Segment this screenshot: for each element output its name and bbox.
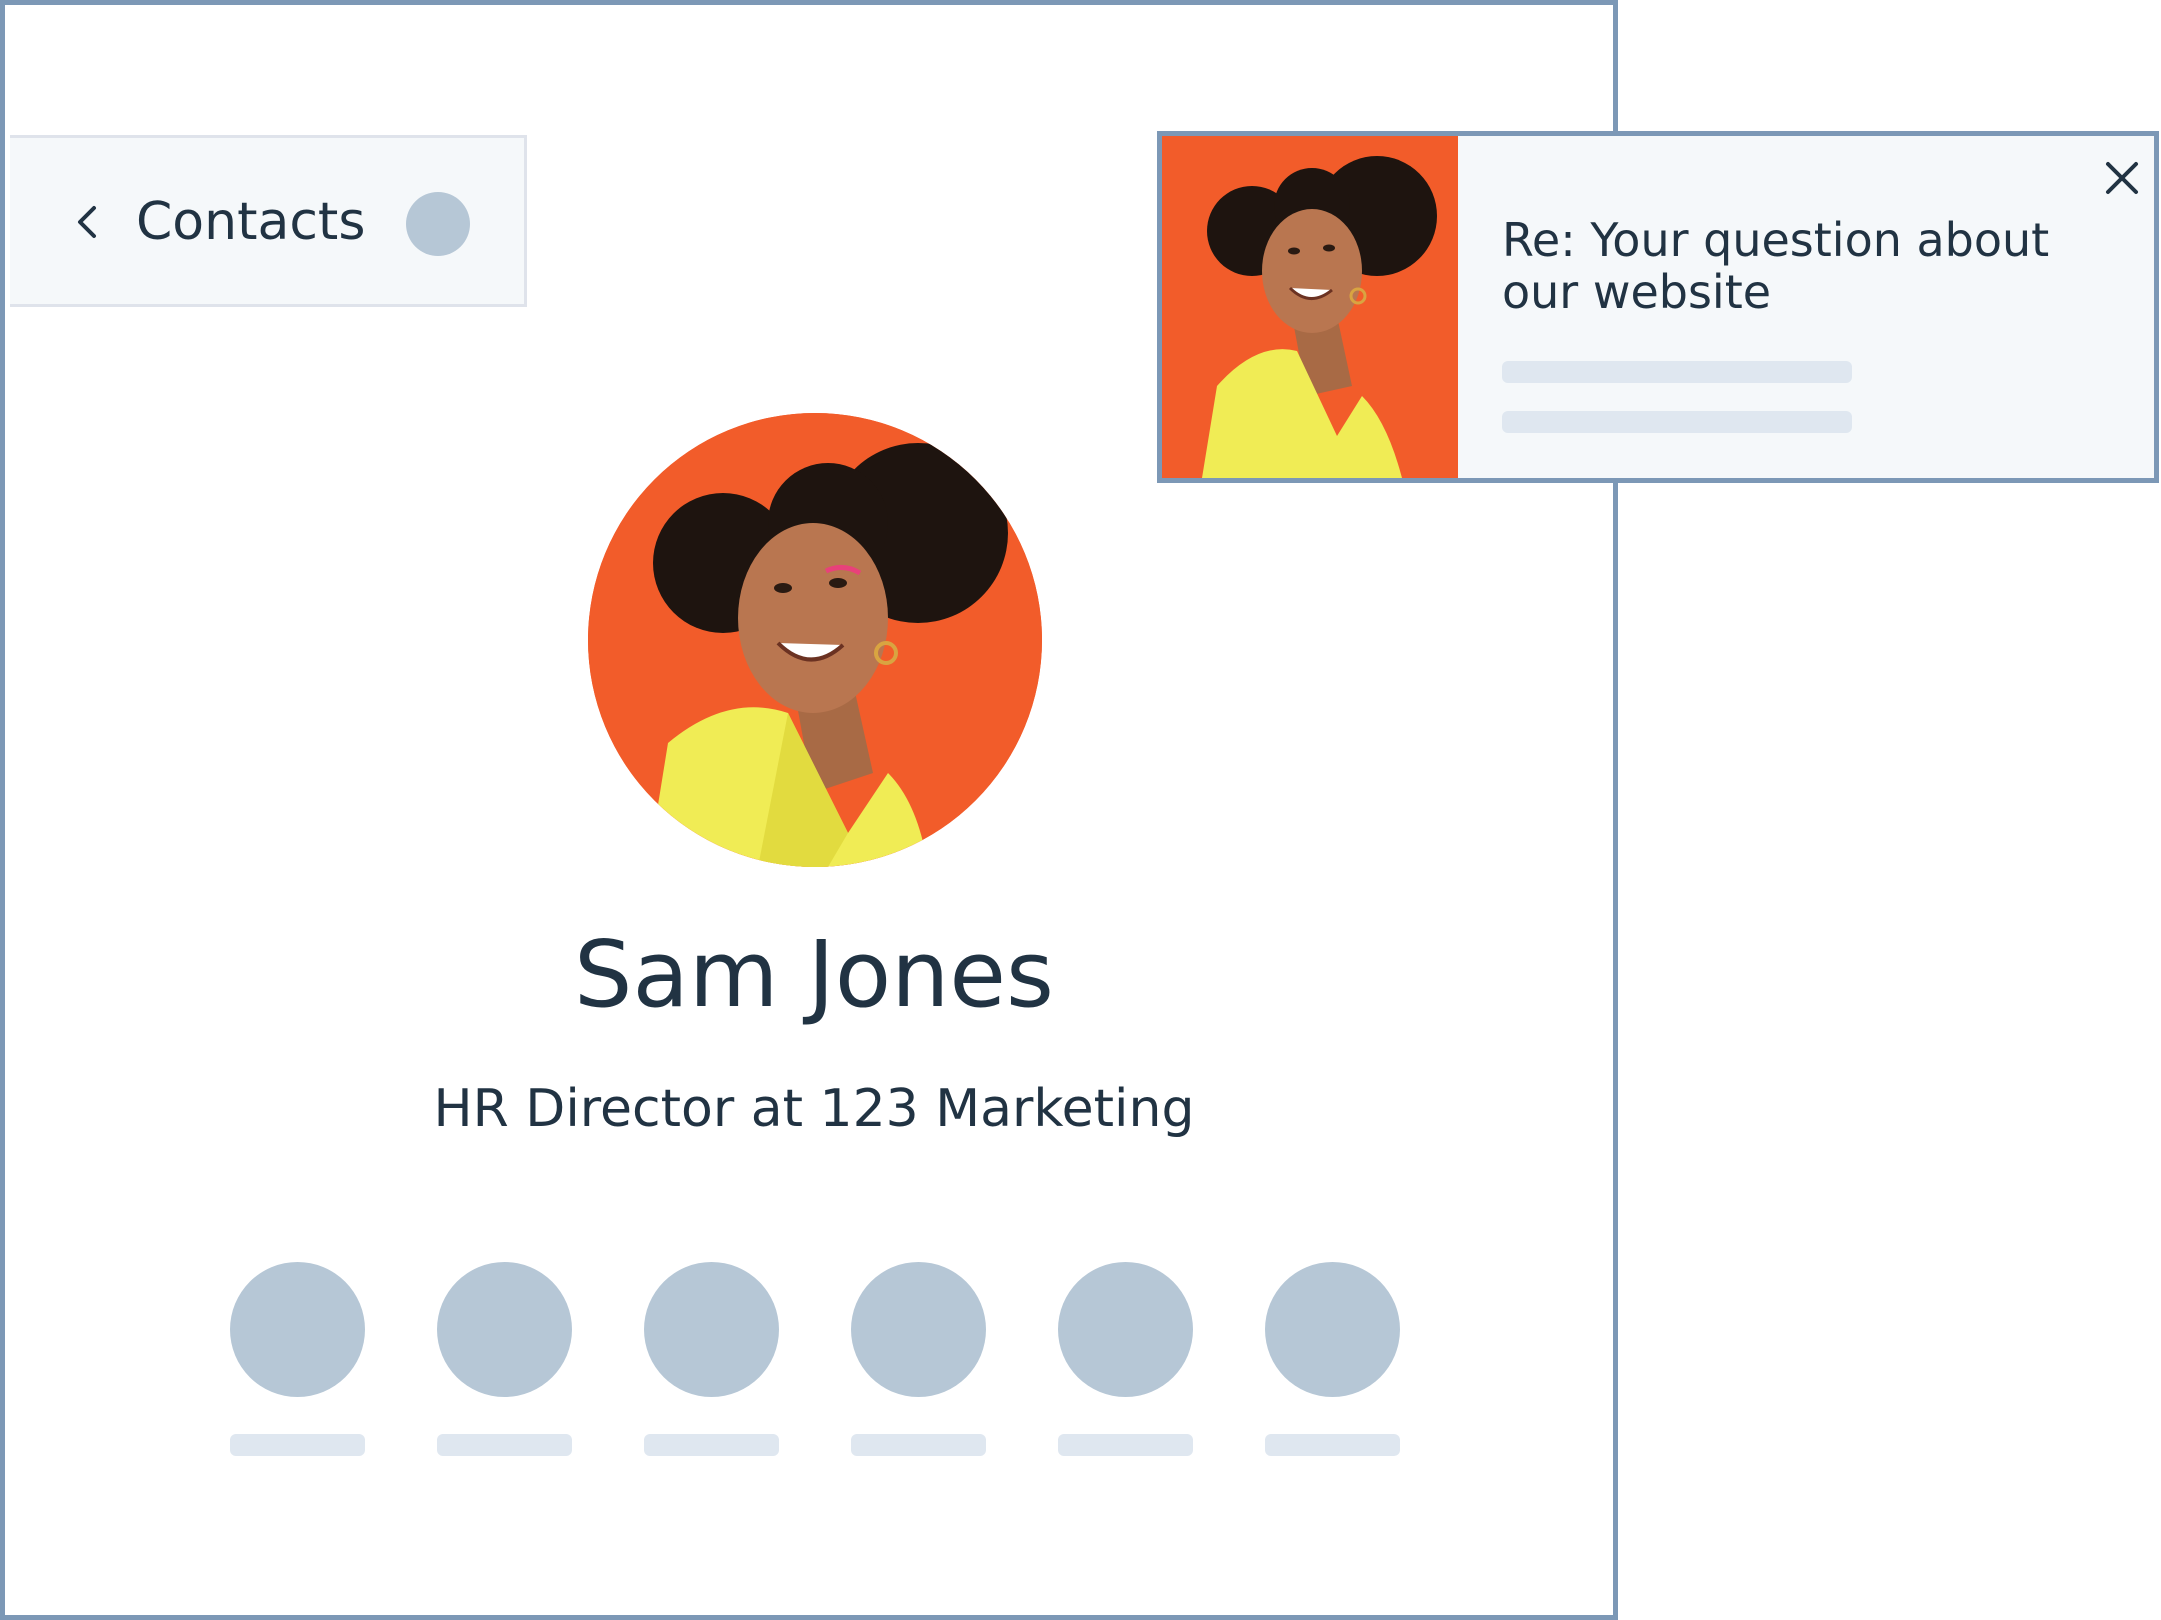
action-label-placeholder — [230, 1434, 365, 1456]
action-button-6[interactable] — [1265, 1262, 1400, 1456]
notification-preview-line — [1502, 361, 1852, 383]
contact-photo-illustration — [588, 413, 1042, 867]
action-label-placeholder — [437, 1434, 572, 1456]
notification-subject[interactable]: Re: Your question about our website — [1502, 214, 2102, 318]
notification-sender-photo — [1162, 136, 1458, 478]
action-icon-placeholder[interactable] — [230, 1262, 365, 1397]
contact-avatar — [588, 413, 1042, 867]
notification-preview-line — [1502, 411, 1852, 433]
action-icon-placeholder[interactable] — [644, 1262, 779, 1397]
action-icon-placeholder[interactable] — [437, 1262, 572, 1397]
contact-job-title: HR Director at 123 Marketing — [433, 1079, 1195, 1139]
action-icon-placeholder[interactable] — [1058, 1262, 1193, 1397]
action-label-placeholder — [1265, 1434, 1400, 1456]
action-button-3[interactable] — [644, 1262, 779, 1456]
action-icon-placeholder[interactable] — [1265, 1262, 1400, 1397]
chevron-left-icon[interactable] — [70, 205, 104, 239]
contact-name: Sam Jones — [574, 921, 1054, 1028]
breadcrumb-label[interactable]: Contacts — [136, 190, 365, 254]
breadcrumb-status-dot — [406, 192, 470, 256]
close-icon[interactable] — [2102, 158, 2142, 198]
action-label-placeholder — [851, 1434, 986, 1456]
action-label-placeholder — [1058, 1434, 1193, 1456]
sender-photo-illustration — [1162, 136, 1458, 478]
action-button-5[interactable] — [1058, 1262, 1193, 1456]
action-icon-placeholder[interactable] — [851, 1262, 986, 1397]
back-to-contacts-bar[interactable]: Contacts — [10, 135, 527, 307]
action-label-placeholder — [644, 1434, 779, 1456]
action-button-4[interactable] — [851, 1262, 986, 1456]
email-notification-popup[interactable]: Re: Your question about our website — [1157, 131, 2159, 483]
action-button-2[interactable] — [437, 1262, 572, 1456]
action-button-1[interactable] — [230, 1262, 365, 1456]
